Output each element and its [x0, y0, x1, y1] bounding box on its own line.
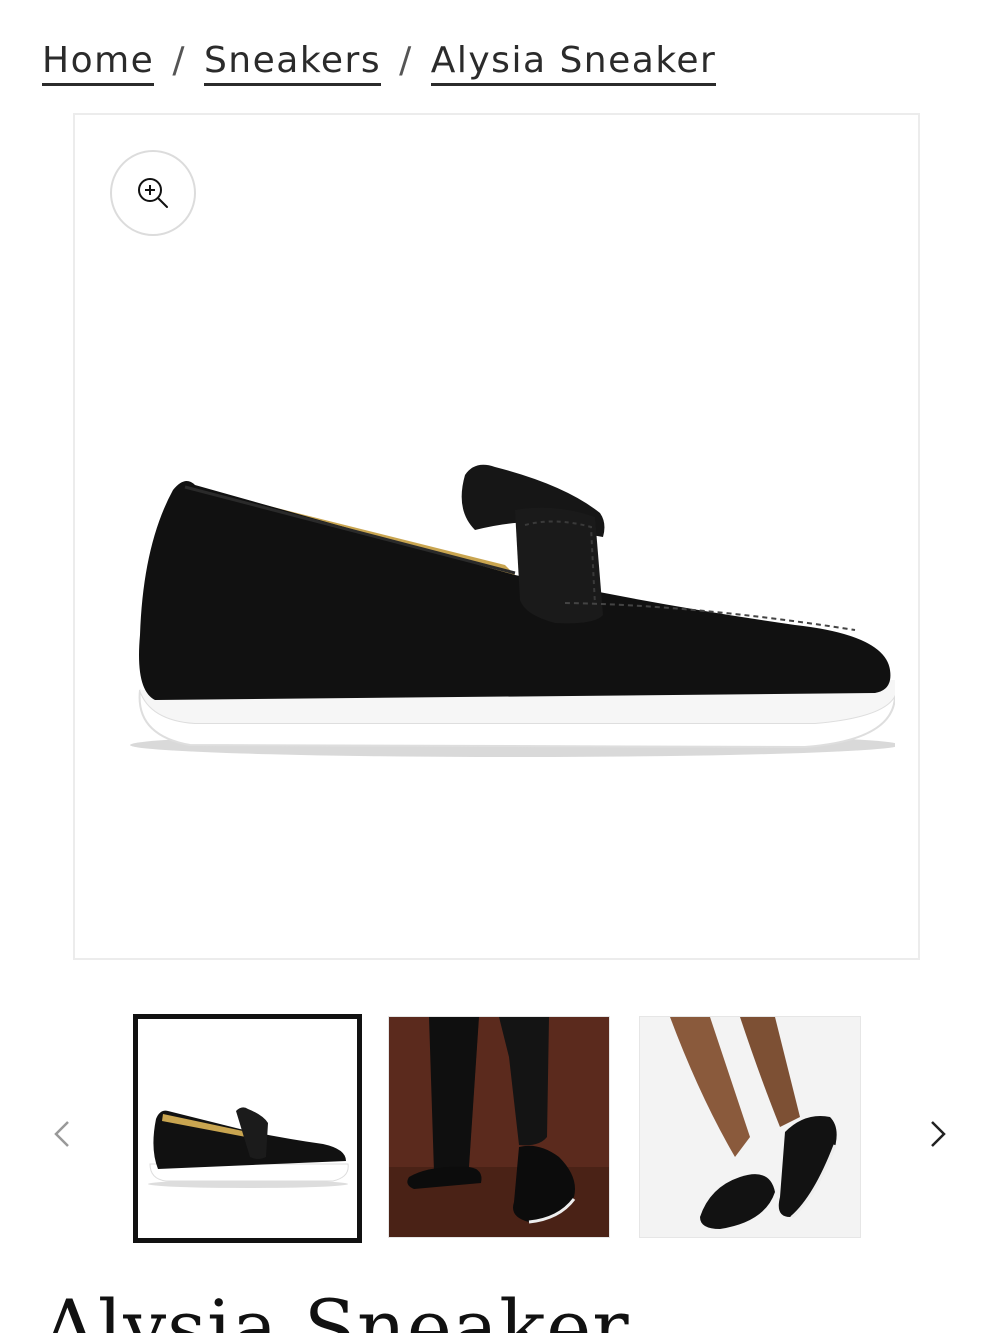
breadcrumb-separator: / [399, 40, 413, 81]
chevron-right-icon [931, 1121, 946, 1147]
chevron-left-icon [54, 1121, 69, 1147]
thumbnail-image [148, 1107, 349, 1188]
breadcrumb-sneakers-link[interactable]: Sneakers [203, 40, 382, 86]
thumbnail-2[interactable] [388, 1016, 610, 1238]
thumbnail-1[interactable] [133, 1014, 362, 1243]
thumbnail-3[interactable] [639, 1016, 861, 1238]
carousel-next-button[interactable] [918, 1114, 958, 1154]
breadcrumb: Home / Sneakers / Alysia Sneaker [42, 40, 717, 86]
thumbnail-image [389, 1017, 609, 1237]
zoom-button[interactable] [110, 150, 196, 236]
thumbnail-image [640, 1017, 860, 1237]
zoom-in-icon [138, 178, 168, 208]
shoe-illustration [130, 464, 895, 757]
thumbnail-carousel [0, 1014, 1000, 1244]
carousel-prev-button[interactable] [42, 1114, 82, 1154]
breadcrumb-current-link[interactable]: Alysia Sneaker [430, 40, 717, 86]
main-product-image[interactable] [73, 113, 920, 960]
breadcrumb-separator: / [172, 40, 186, 81]
breadcrumb-home-link[interactable]: Home [42, 40, 155, 86]
product-title: Alysia Sneaker [42, 1283, 630, 1333]
product-page: Home / Sneakers / Alysia Sneaker Alysia … [0, 0, 1000, 1333]
